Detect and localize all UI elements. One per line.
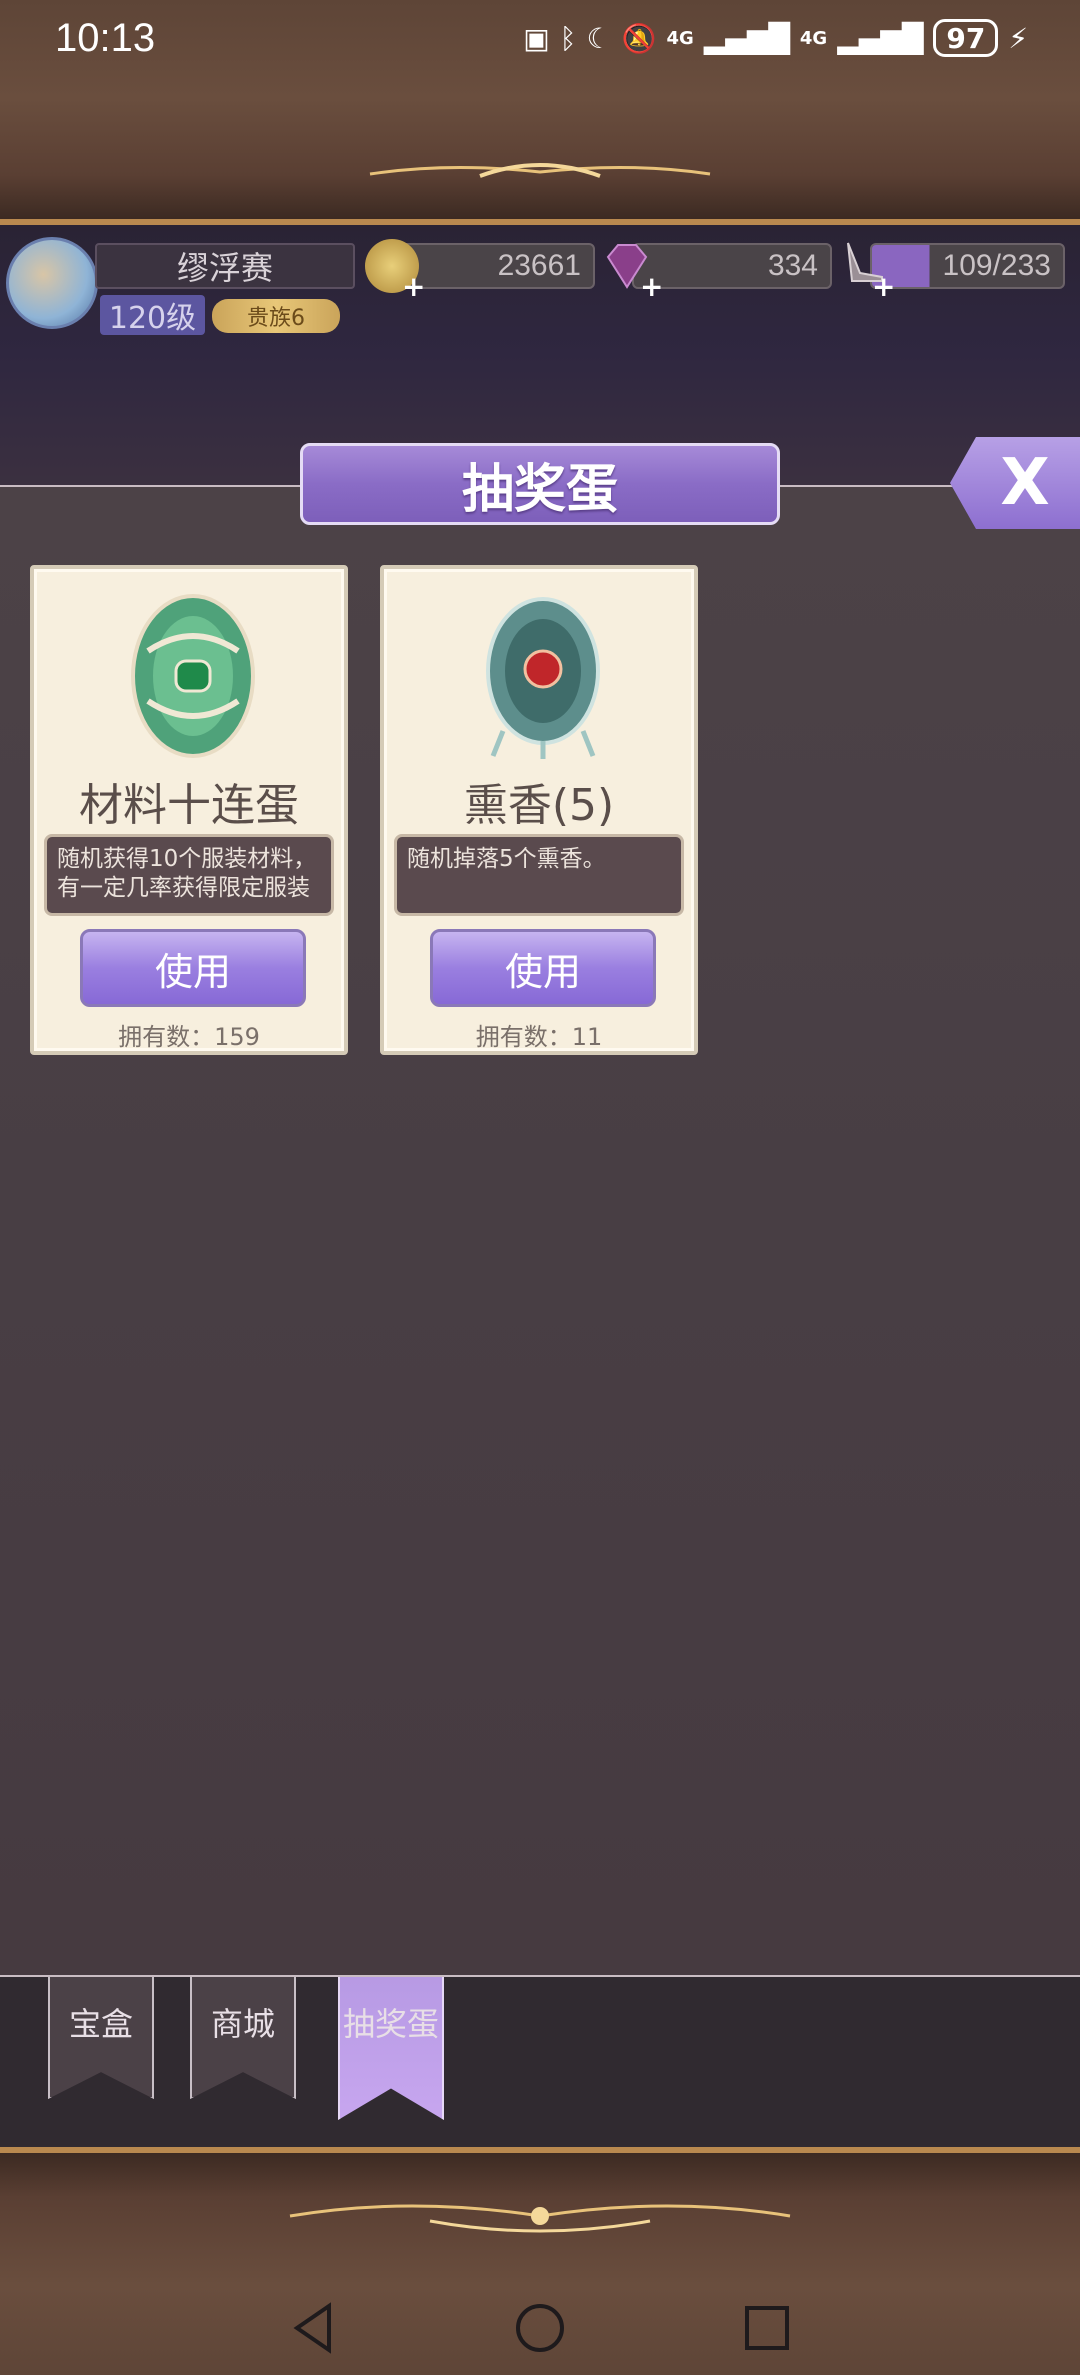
green-egg-icon: [131, 594, 255, 758]
item-description: 随机掉落5个熏香。: [394, 834, 684, 916]
tab-gacha-egg[interactable]: 抽奖蛋: [338, 1977, 444, 2120]
network-4g-1: 4G: [666, 27, 694, 49]
player-level: 120级: [100, 295, 205, 336]
battery-indicator: 97: [933, 19, 999, 57]
status-icons: ▣ ᛒ ☾ 🔕 4G ▂▄▆█ 4G ▂▄▆█ 97 ⚡: [523, 19, 1028, 57]
player-name: 缪浮赛: [95, 243, 355, 289]
bottom-ornament-icon: [289, 2204, 791, 2233]
back-icon[interactable]: [283, 2298, 343, 2358]
bluetooth-icon: ᛒ: [559, 21, 577, 55]
top-ornament-icon: [369, 163, 711, 178]
mute-icon: 🔕: [621, 21, 657, 55]
rose-egg-icon: [486, 597, 600, 759]
status-time: 10:13: [55, 15, 156, 60]
item-title: 材料十连蛋: [79, 780, 299, 831]
close-button[interactable]: X: [950, 437, 1080, 529]
gold-value: 23661: [497, 249, 581, 282]
item-title: 熏香(5): [463, 780, 615, 831]
item-description: 随机获得10个服装材料，有一定几率获得限定服装: [44, 834, 334, 916]
item-card-incense: 熏香(5) 随机掉落5个熏香。 使用 拥有数：11: [380, 565, 698, 1055]
use-button[interactable]: 使用: [80, 929, 306, 1007]
tab-shop[interactable]: 商城: [190, 1977, 296, 2099]
owned-count: 拥有数：159: [118, 1023, 260, 1051]
vip-badge: 贵族6: [212, 299, 340, 333]
nfc-icon: ▣: [523, 21, 550, 55]
add-gold-icon[interactable]: +: [402, 270, 425, 303]
add-gem-icon[interactable]: +: [640, 270, 663, 303]
status-bar: 10:13 ▣ ᛒ ☾ 🔕 4G ▂▄▆█ 4G ▂▄▆█ 97 ⚡: [0, 0, 1080, 76]
stamina-value: 109/233: [942, 249, 1051, 282]
signal-icon: ▂▄▆█: [703, 21, 790, 55]
tab-treasure-box[interactable]: 宝盒: [48, 1977, 154, 2099]
gem-value: 334: [767, 249, 818, 282]
panel-title: 抽奖蛋: [300, 443, 780, 525]
recents-icon[interactable]: [737, 2298, 797, 2358]
avatar[interactable]: [6, 237, 98, 329]
navigation-bar: [0, 2280, 1080, 2375]
item-card-material-egg: 材料十连蛋 随机获得10个服装材料，有一定几率获得限定服装 使用 拥有数：159: [30, 565, 348, 1055]
moon-icon: ☾: [586, 21, 612, 55]
owned-count: 拥有数：11: [475, 1023, 603, 1051]
charging-icon: ⚡: [1008, 21, 1028, 55]
tab-bar: 宝盒 商城 抽奖蛋: [0, 1977, 1080, 2147]
stamina-counter[interactable]: 109/233: [870, 243, 1065, 289]
use-button[interactable]: 使用: [430, 929, 656, 1007]
network-4g-2: 4G: [799, 27, 828, 49]
signal-icon-2: ▂▄▆█: [837, 21, 924, 55]
add-stamina-icon[interactable]: +: [872, 270, 895, 303]
home-icon[interactable]: [510, 2298, 570, 2358]
